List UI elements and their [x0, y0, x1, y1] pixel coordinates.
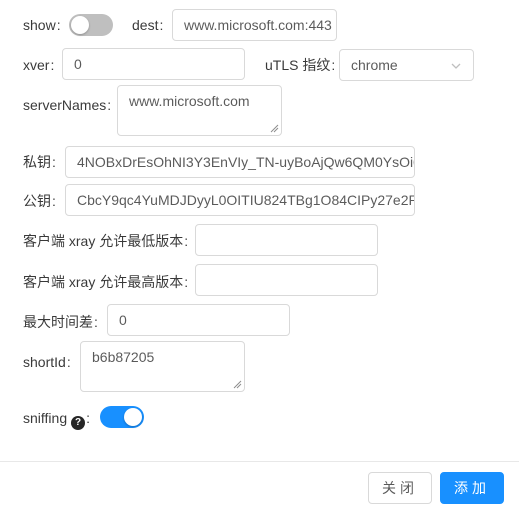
dest-input[interactable]: www.microsoft.com:443 [172, 9, 337, 41]
resize-grip-icon[interactable] [269, 123, 279, 133]
max-client-ver-input[interactable] [195, 264, 378, 296]
add-button[interactable]: 添加 [440, 472, 504, 504]
min-client-ver-label: 客户端 xray 允许最低版本: [23, 233, 189, 249]
show-switch[interactable] [69, 14, 113, 36]
utls-select[interactable]: chrome [339, 49, 474, 81]
xver-input[interactable]: 0 [62, 48, 245, 80]
server-names-textarea[interactable]: www.microsoft.com [117, 85, 282, 136]
utls-label: uTLS 指纹: [265, 57, 336, 73]
public-key-input[interactable]: CbcY9qc4YuMDJDyyL0OITIU824TBg1O84CIPy27e… [65, 184, 415, 216]
max-client-ver-label: 客户端 xray 允许最高版本: [23, 274, 189, 290]
resize-grip-icon[interactable] [232, 379, 242, 389]
chevron-down-icon [451, 63, 461, 69]
show-switch-knob [71, 16, 89, 34]
dest-label: dest: [132, 17, 164, 33]
public-key-label: 公钥: [23, 193, 56, 209]
sniffing-label: sniffing?: [23, 410, 90, 430]
max-time-diff-input[interactable]: 0 [107, 304, 290, 336]
inbound-form-modal-body: show: dest: www.microsoft.com:443 xver: … [0, 0, 519, 510]
sniffing-switch[interactable] [100, 406, 144, 428]
sniffing-switch-knob [124, 408, 142, 426]
close-button[interactable]: 关闭 [368, 472, 432, 504]
xver-label: xver: [23, 57, 55, 73]
max-time-diff-label: 最大时间差: [23, 314, 98, 330]
footer-divider [0, 461, 519, 462]
short-id-label: shortId: [23, 354, 71, 370]
show-label: show: [23, 17, 61, 33]
question-circle-icon[interactable]: ? [71, 416, 86, 430]
short-id-textarea[interactable]: b6b87205 [80, 341, 245, 392]
private-key-label: 私钥: [23, 154, 56, 170]
server-names-label: serverNames: [23, 97, 112, 113]
min-client-ver-input[interactable] [195, 224, 378, 256]
private-key-input[interactable]: 4NOBxDrEsOhNI3Y3EnVIy_TN-uyBoAjQw6QM0YsO… [65, 146, 415, 178]
